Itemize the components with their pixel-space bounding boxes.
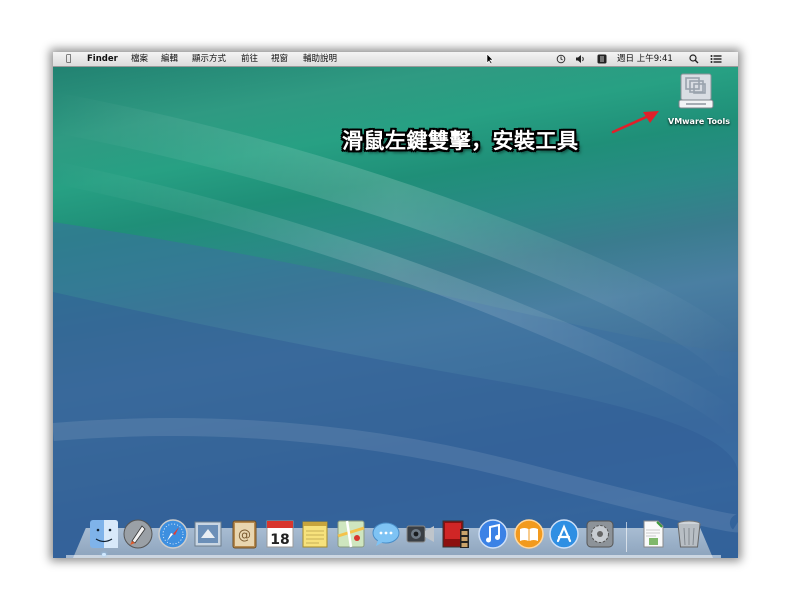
finder-running-indicator (102, 553, 106, 556)
vmware-tools-label[interactable]: VMware Tools (659, 117, 738, 126)
dock-shelf-edge (66, 555, 721, 558)
menu-file[interactable]: 檔案 (131, 53, 148, 65)
preview-document-icon[interactable] (637, 518, 669, 550)
annotation-arrow (611, 111, 659, 134)
app-store-icon[interactable] (548, 518, 580, 550)
annotation-text: 滑鼠左鍵雙擊，安裝工具 (342, 128, 579, 153)
ibooks-icon[interactable] (513, 518, 545, 550)
svg-text:@: @ (238, 528, 251, 543)
menu-view[interactable]: 顯示方式 (192, 53, 226, 65)
notification-center-icon[interactable] (710, 54, 722, 64)
menu-help[interactable]: 輔助說明 (303, 53, 337, 65)
menu-window[interactable]: 視窗 (271, 53, 288, 65)
volume-icon[interactable] (575, 54, 587, 64)
mail-icon[interactable] (192, 518, 224, 550)
finder-icon[interactable] (88, 518, 120, 550)
menubar-clock[interactable]: 週日 上午9:41 (617, 53, 673, 65)
safari-icon[interactable] (157, 518, 189, 550)
mouse-cursor-icon (486, 53, 494, 65)
menu-bar:  Finder 檔案 編輯 顯示方式 前往 視窗 輔助說明 週日 上午9:41 (53, 52, 738, 67)
vmware-tools-disk-icon[interactable] (678, 72, 714, 110)
dock-separator (626, 522, 627, 552)
maps-icon[interactable] (335, 518, 367, 550)
spotlight-search-icon[interactable] (689, 54, 699, 64)
system-preferences-icon[interactable] (584, 518, 616, 550)
trash-icon[interactable] (673, 518, 705, 550)
calendar-day-label: 18 (270, 532, 289, 548)
itunes-icon[interactable] (477, 518, 509, 550)
facetime-icon[interactable] (405, 518, 437, 550)
menu-edit[interactable]: 編輯 (161, 53, 178, 65)
apple-menu-icon[interactable]:  (66, 53, 71, 65)
calendar-icon[interactable]: 18 (264, 518, 296, 550)
time-machine-icon[interactable] (556, 54, 566, 64)
desktop-screen:  Finder 檔案 編輯 顯示方式 前往 視窗 輔助說明 週日 上午9:41 (53, 52, 738, 558)
launchpad-icon[interactable] (122, 518, 154, 550)
menu-go[interactable]: 前往 (241, 53, 258, 65)
notes-icon[interactable] (299, 518, 331, 550)
contacts-icon[interactable]: @ (228, 518, 260, 550)
input-method-icon[interactable] (597, 54, 607, 64)
menu-finder[interactable]: Finder (87, 53, 118, 65)
photo-booth-icon[interactable] (440, 518, 472, 550)
messages-icon[interactable] (370, 518, 402, 550)
